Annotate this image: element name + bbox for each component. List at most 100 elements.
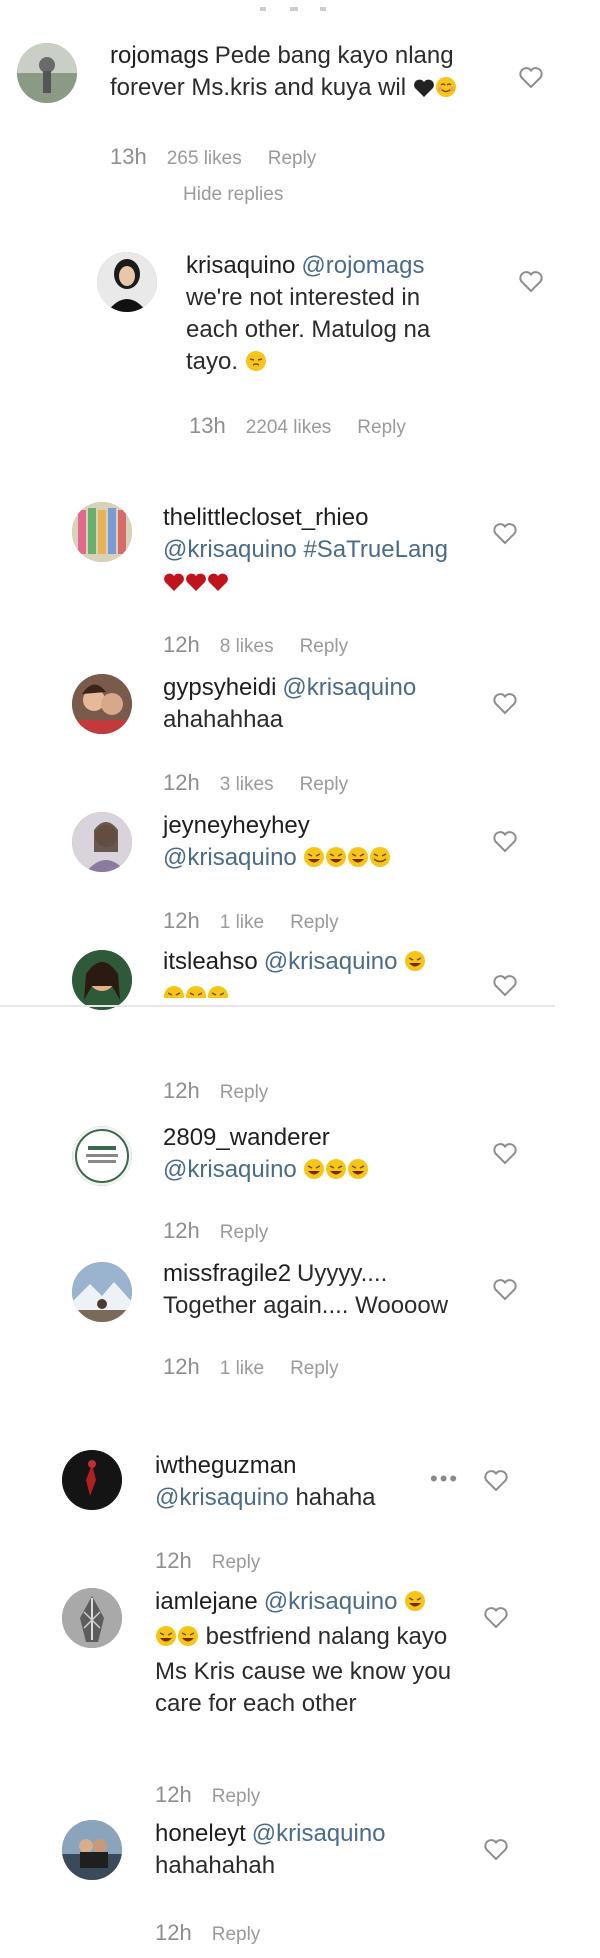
like-heart-icon[interactable] xyxy=(492,1278,518,1302)
reply-button[interactable]: Reply xyxy=(268,148,317,169)
mention-link[interactable]: @krisaquino xyxy=(163,536,297,563)
more-options-icon[interactable]: ••• xyxy=(430,1466,459,1492)
username[interactable]: honeleyt xyxy=(155,1820,246,1847)
likes-count[interactable]: 2204 likes xyxy=(246,417,332,438)
username[interactable]: 2809_wanderer xyxy=(163,1124,330,1151)
laughing-face-emoji-icon xyxy=(155,1624,177,1656)
timestamp: 12h xyxy=(155,1920,192,1945)
avatar[interactable] xyxy=(62,1588,122,1648)
reply-button[interactable]: Reply xyxy=(220,1222,269,1243)
avatar[interactable] xyxy=(72,502,132,562)
avatar[interactable] xyxy=(72,812,132,872)
comment-body: gypsyheidi @krisaquino ahahahhaa xyxy=(163,672,483,736)
comment-text: rojomags Pede bang kayo nlang forever Ms.… xyxy=(110,40,480,107)
laughing-face-emoji-icon xyxy=(163,984,185,998)
avatar[interactable] xyxy=(62,1450,122,1510)
comment-text: itsleahso @krisaquino xyxy=(163,946,463,998)
like-heart-icon[interactable] xyxy=(518,66,544,90)
reply-button[interactable]: Reply xyxy=(290,912,339,933)
mention-link[interactable]: @krisaquino xyxy=(252,1820,386,1847)
username[interactable]: rojomags xyxy=(110,42,209,69)
avatar[interactable] xyxy=(72,1126,132,1186)
like-heart-icon[interactable] xyxy=(483,1469,509,1493)
reply-button[interactable]: Reply xyxy=(300,774,349,795)
mention-link[interactable]: @krisaquino xyxy=(163,1156,297,1183)
mention-link[interactable]: @krisaquino xyxy=(155,1484,289,1511)
username[interactable]: itsleahso xyxy=(163,948,258,975)
red-heart-emoji-icon xyxy=(207,569,229,601)
comment-meta: 13h 2204 likes Reply xyxy=(189,413,432,439)
comment-meta: 12h Reply xyxy=(155,1782,286,1808)
reply-button[interactable]: Reply xyxy=(220,1082,269,1103)
mention-link[interactable]: @rojomags xyxy=(301,252,424,279)
laughing-face-emoji-icon xyxy=(347,1157,369,1189)
like-heart-icon[interactable] xyxy=(483,1606,509,1630)
like-heart-icon[interactable] xyxy=(518,270,544,294)
reply-button[interactable]: Reply xyxy=(212,1552,261,1573)
like-heart-icon[interactable] xyxy=(483,1838,509,1862)
timestamp: 12h xyxy=(163,1218,200,1243)
comment-body: iwtheguzman @krisaquino hahaha xyxy=(155,1450,455,1514)
comment-text: jeyneyheyhey @krisaquino xyxy=(163,810,483,877)
mention-link[interactable]: @krisaquino xyxy=(264,948,398,975)
reply-button[interactable]: Reply xyxy=(300,636,349,657)
username[interactable]: iwtheguzman xyxy=(155,1452,296,1479)
like-heart-icon[interactable] xyxy=(492,1142,518,1166)
avatar[interactable] xyxy=(97,252,157,312)
like-heart-icon[interactable] xyxy=(492,830,518,854)
hashtag-link[interactable]: #SaTrueLang xyxy=(303,536,448,563)
mention-link[interactable]: @krisaquino xyxy=(282,674,416,701)
username[interactable]: iamlejane xyxy=(155,1588,258,1615)
mention-link[interactable]: @krisaquino xyxy=(264,1588,398,1615)
comment-meta: 12h Reply xyxy=(155,1920,286,1946)
like-heart-icon[interactable] xyxy=(492,522,518,546)
mention-link[interactable]: @krisaquino xyxy=(163,844,297,871)
comment-message: bestfriend nalang kayo Ms Kris cause we … xyxy=(155,1623,452,1717)
likes-count[interactable]: 8 likes xyxy=(220,636,274,657)
avatar[interactable] xyxy=(17,43,77,103)
comment-body: iamlejane @krisaquino bestfriend nalang k… xyxy=(155,1586,455,1720)
comment-message: ahahahhaa xyxy=(163,706,284,733)
likes-count[interactable]: 1 like xyxy=(220,912,264,933)
comment-body: thelittlecloset_rhieo @krisaquino #SaTru… xyxy=(163,502,483,601)
laughing-face-emoji-icon xyxy=(369,845,391,877)
comment-meta: 13h 265 likes Reply xyxy=(110,144,342,170)
comment-text: gypsyheidi @krisaquino ahahahhaa xyxy=(163,672,483,736)
username[interactable]: thelittlecloset_rhieo xyxy=(163,504,368,531)
laughing-face-emoji-icon xyxy=(347,845,369,877)
avatar[interactable] xyxy=(72,950,132,1010)
comment-meta: 12h Reply xyxy=(163,1218,294,1244)
avatar[interactable] xyxy=(72,1262,132,1322)
likes-count[interactable]: 3 likes xyxy=(220,774,274,795)
like-heart-icon[interactable] xyxy=(492,692,518,716)
red-heart-emoji-icon xyxy=(163,569,185,601)
avatar[interactable] xyxy=(72,674,132,734)
reply-button[interactable]: Reply xyxy=(290,1358,339,1379)
timestamp: 12h xyxy=(163,770,200,795)
like-heart-icon[interactable] xyxy=(492,974,518,998)
comment-body: honeleyt @krisaquino hahahahah xyxy=(155,1818,465,1882)
hide-replies-button[interactable]: Hide replies xyxy=(183,184,283,206)
username[interactable]: krisaquino xyxy=(186,252,295,279)
likes-count[interactable]: 1 like xyxy=(220,1358,264,1379)
timestamp: 12h xyxy=(155,1782,192,1807)
comment-body: itsleahso @krisaquino xyxy=(163,946,463,998)
timestamp: 12h xyxy=(163,632,200,657)
avatar[interactable] xyxy=(62,1820,122,1880)
username[interactable]: jeyneyheyhey xyxy=(163,812,310,839)
timestamp: 13h xyxy=(189,413,226,438)
username[interactable]: gypsyheidi xyxy=(163,674,276,701)
comment-message: hahahahah xyxy=(155,1852,276,1879)
comment-message: hahaha xyxy=(295,1484,376,1511)
comment-text: thelittlecloset_rhieo @krisaquino #SaTru… xyxy=(163,502,483,601)
username[interactable]: missfragile2 xyxy=(163,1260,291,1287)
likes-count[interactable]: 265 likes xyxy=(167,148,242,169)
comment-text: iwtheguzman @krisaquino hahaha xyxy=(155,1450,455,1514)
reply-button[interactable]: Reply xyxy=(357,417,406,438)
reply-button[interactable]: Reply xyxy=(212,1786,261,1807)
reply-button[interactable]: Reply xyxy=(212,1924,261,1945)
laughing-face-emoji-icon xyxy=(404,949,426,981)
comment-body: krisaquino @rojomags we're not interested… xyxy=(186,250,476,381)
laughing-face-emoji-icon xyxy=(303,845,325,877)
laughing-face-emoji-icon xyxy=(207,984,229,998)
